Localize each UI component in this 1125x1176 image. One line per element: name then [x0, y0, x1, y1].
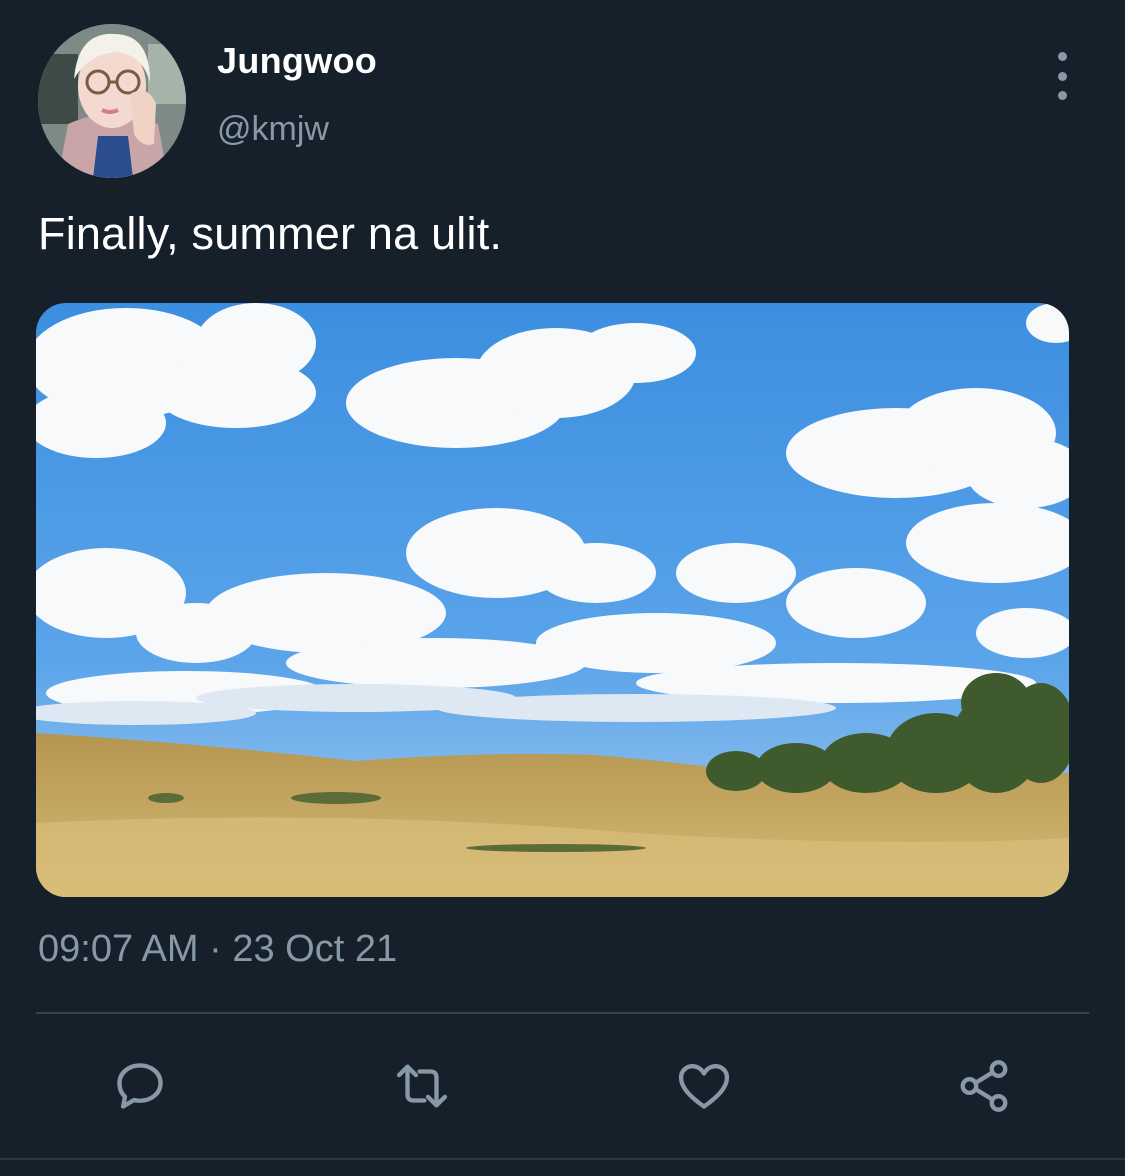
landscape-photo — [36, 303, 1069, 897]
display-name[interactable]: Jungwoo — [217, 40, 377, 82]
tweet-timestamp[interactable]: 09:07 AM · 23 Oct 21 — [38, 928, 397, 971]
heart-icon[interactable] — [672, 1054, 736, 1118]
avatar-image — [38, 24, 186, 178]
tweet-text: Finally, summer na ulit. — [38, 208, 503, 259]
divider — [36, 1012, 1089, 1014]
tweet-media-image[interactable] — [36, 303, 1069, 897]
reply-icon[interactable] — [108, 1054, 172, 1118]
share-icon[interactable] — [952, 1054, 1016, 1118]
retweet-icon[interactable] — [390, 1054, 454, 1118]
more-dot — [1057, 91, 1067, 100]
more-vertical-icon[interactable] — [1040, 52, 1084, 100]
bottom-divider — [0, 1158, 1125, 1160]
avatar[interactable] — [38, 24, 186, 178]
tweet-card: Jungwoo @kmjw Finally, summer na ulit. 0… — [0, 0, 1125, 1176]
more-dot — [1057, 52, 1067, 61]
more-dot — [1057, 71, 1067, 81]
user-handle[interactable]: @kmjw — [217, 110, 329, 149]
